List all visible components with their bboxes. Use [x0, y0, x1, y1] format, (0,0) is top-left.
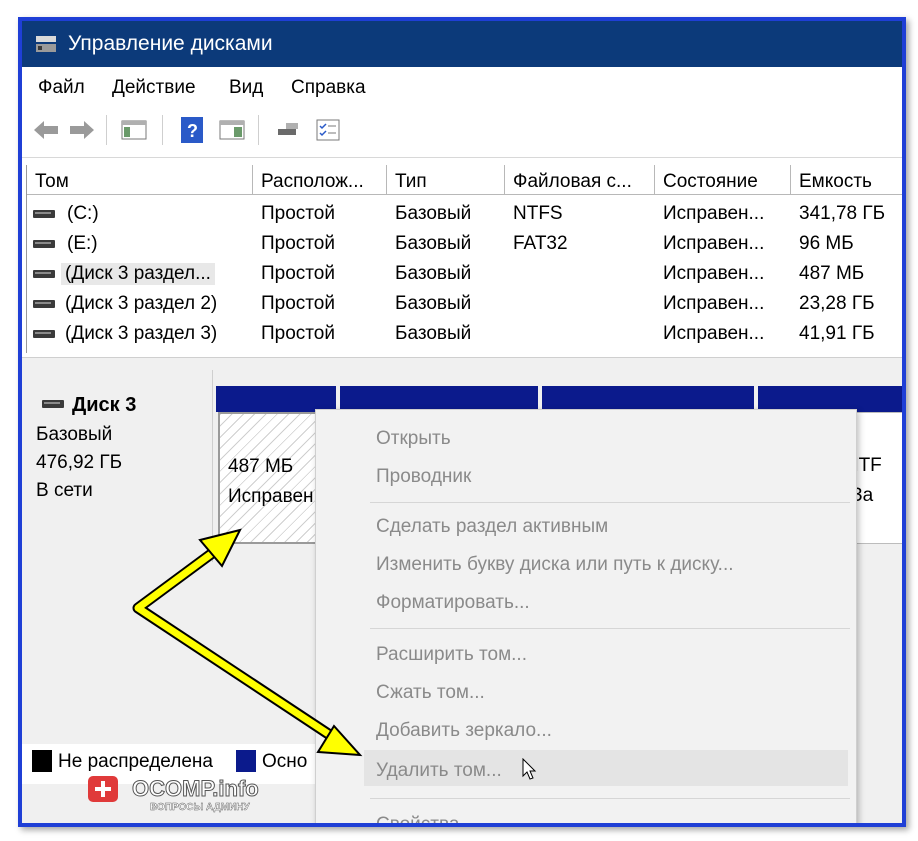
menu-separator — [370, 798, 850, 799]
forward-arrow-icon[interactable] — [66, 115, 98, 145]
volume-row[interactable]: (Диск 3 раздел... Простой Базовый Исправ… — [27, 259, 902, 289]
pane-splitter[interactable] — [22, 357, 902, 371]
disk-name: Диск 3 — [72, 394, 137, 416]
mouse-cursor-icon — [522, 758, 537, 780]
menu-shrink-volume[interactable]: Сжать том... — [376, 682, 485, 704]
toolbar-separator — [106, 115, 107, 145]
menu-open[interactable]: Открыть — [376, 428, 451, 450]
volume-name: (E:) — [67, 233, 98, 254]
column-volume[interactable]: Том — [27, 165, 253, 195]
drive-icon — [33, 330, 55, 338]
connect-drive-icon[interactable] — [272, 115, 304, 145]
volume-capacity: 96 МБ — [799, 233, 854, 254]
column-type[interactable]: Тип — [387, 165, 505, 195]
column-layout[interactable]: Располож... — [253, 165, 387, 195]
watermark-brand: OCOMP.info — [132, 776, 260, 802]
site-watermark: OCOMP.info ВОПРОСЫ АДМИНУ — [66, 760, 306, 816]
volume-name: (C:) — [67, 203, 99, 224]
menu-change-drive-letter[interactable]: Изменить букву диска или путь к диску... — [376, 554, 734, 576]
back-arrow-icon[interactable] — [30, 115, 62, 145]
menu-add-mirror[interactable]: Добавить зеркало... — [376, 720, 552, 742]
menu-delete-volume[interactable]: Удалить том... — [376, 760, 502, 782]
menu-help[interactable]: Справка — [291, 77, 366, 99]
volume-type: Базовый — [395, 263, 472, 284]
column-capacity[interactable]: Емкость — [791, 165, 902, 195]
disk-state: В сети — [36, 480, 93, 501]
toolbar: ? — [22, 105, 902, 158]
disk-size: 476,92 ГБ — [36, 452, 123, 473]
menu-format[interactable]: Форматировать... — [376, 592, 530, 614]
toolbar-separator — [162, 115, 163, 145]
volume-row[interactable]: (Диск 3 раздел 3) Простой Базовый Исправ… — [27, 319, 902, 349]
menu-file[interactable]: Файл — [38, 77, 85, 99]
partition-size: 487 МБ — [228, 456, 294, 477]
volume-row[interactable]: (C:) Простой Базовый NTFS Исправен... 34… — [27, 199, 902, 229]
menu-view[interactable]: Вид — [229, 77, 263, 99]
volume-status: Исправен... — [663, 323, 765, 344]
volume-type: Базовый — [395, 233, 472, 254]
volume-layout: Простой — [261, 323, 335, 344]
legend-unallocated-swatch — [32, 750, 52, 772]
disk-management-window: Управление дисками Файл Действие Вид Спр… — [18, 17, 906, 827]
drive-icon — [33, 240, 55, 248]
menu-bar: Файл Действие Вид Справка — [22, 67, 902, 105]
volume-capacity: 341,78 ГБ — [799, 203, 886, 224]
disk-type: Базовый — [36, 424, 113, 445]
drive-icon — [33, 210, 55, 218]
volume-status: Исправен... — [663, 203, 765, 224]
help-icon[interactable]: ? — [176, 115, 208, 145]
menu-action[interactable]: Действие — [112, 77, 196, 99]
column-filesystem[interactable]: Файловая с... — [505, 165, 655, 195]
context-menu: Открыть Проводник Сделать раздел активны… — [315, 409, 857, 823]
watermark-tagline: ВОПРОСЫ АДМИНУ — [150, 802, 250, 813]
volume-status: Исправен... — [663, 293, 765, 314]
volume-layout: Простой — [261, 293, 335, 314]
partition-status: Исправен — [228, 486, 314, 507]
volume-row[interactable]: (E:) Простой Базовый FAT32 Исправен... 9… — [27, 229, 902, 259]
disk-info-panel[interactable]: Диск 3 Базовый 476,92 ГБ В сети — [22, 370, 213, 562]
drive-icon — [42, 400, 64, 408]
volume-layout: Простой — [261, 233, 335, 254]
volume-status: Исправен... — [663, 263, 765, 284]
volume-type: Базовый — [395, 323, 472, 344]
window-title: Управление дисками — [68, 32, 273, 55]
svg-text:?: ? — [187, 121, 198, 141]
menu-separator — [370, 628, 850, 629]
toolbar-separator — [258, 115, 259, 145]
volume-capacity: 41,91 ГБ — [799, 323, 875, 344]
volume-capacity: 23,28 ГБ — [799, 293, 875, 314]
console-tree-icon[interactable] — [118, 115, 150, 145]
volume-name: (Диск 3 раздел 3) — [65, 323, 218, 344]
volume-type: Базовый — [395, 293, 472, 314]
volume-type: Базовый — [395, 203, 472, 224]
volume-status: Исправен... — [663, 233, 765, 254]
volume-filesystem: FAT32 — [513, 233, 568, 254]
properties-checklist-icon[interactable] — [312, 115, 344, 145]
column-status[interactable]: Состояние — [655, 165, 791, 195]
volume-filesystem: NTFS — [513, 203, 563, 224]
menu-mark-active[interactable]: Сделать раздел активным — [376, 516, 608, 538]
volume-capacity: 487 МБ — [799, 263, 865, 284]
menu-explorer[interactable]: Проводник — [376, 466, 471, 488]
drive-icon — [33, 270, 55, 278]
menu-extend-volume[interactable]: Расширить том... — [376, 644, 527, 666]
watermark-logo-icon — [88, 776, 118, 802]
menu-separator — [370, 502, 850, 503]
drive-icon — [33, 300, 55, 308]
volume-name: (Диск 3 раздел... — [61, 263, 215, 285]
menu-properties[interactable]: Свойства — [376, 814, 459, 823]
action-pane-icon[interactable] — [216, 115, 248, 145]
volume-row[interactable]: (Диск 3 раздел 2) Простой Базовый Исправ… — [27, 289, 902, 319]
title-bar: Управление дисками — [22, 21, 902, 67]
disk-management-app-icon — [36, 36, 56, 52]
volume-list: Том Располож... Тип Файловая с... Состоя… — [26, 165, 902, 353]
volume-name: (Диск 3 раздел 2) — [65, 293, 218, 314]
volume-layout: Простой — [261, 263, 335, 284]
volume-layout: Простой — [261, 203, 335, 224]
